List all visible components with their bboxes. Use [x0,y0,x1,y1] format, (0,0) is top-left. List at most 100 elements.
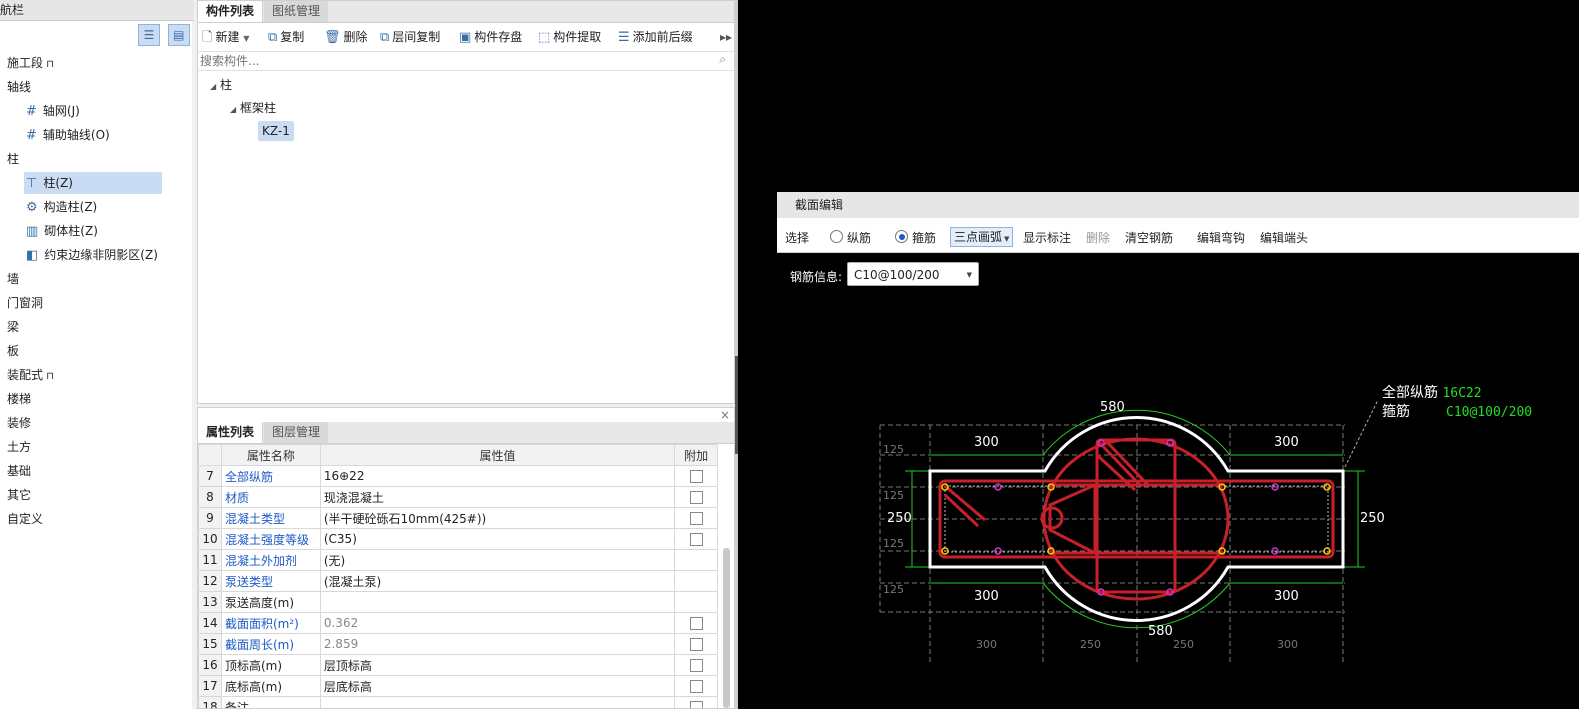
nav-item[interactable]: ⚙ 构造柱(Z) [24,196,97,218]
tree-child[interactable]: ◢ 框架柱 [230,99,276,116]
checkbox[interactable] [689,512,703,525]
checkbox[interactable] [689,491,703,504]
nav-item[interactable]: 施工段 ⊓ [7,52,54,74]
property-name: 全部纵筋 [220,465,321,487]
close-icon[interactable]: × [720,408,730,422]
section-editor-title: 截面编辑 [795,198,844,212]
property-value[interactable]: (无) [319,549,676,571]
checkbox[interactable] [689,533,703,546]
property-value[interactable]: (混凝土泵) [319,570,676,592]
detail-view-icon[interactable]: ▤ [167,24,190,46]
property-row[interactable]: 16 顶标高(m) 层顶标高 [198,654,718,676]
checkbox[interactable] [689,470,703,483]
nav-item[interactable]: 基础 [7,460,31,482]
tab-drawing-manage[interactable]: 图纸管理 [264,1,329,22]
nav-item[interactable]: 轴线 [7,76,31,98]
property-row[interactable]: 13 泵送高度(m) [198,591,718,613]
property-row[interactable]: 7 全部纵筋 16⊕22 [198,465,718,487]
checkbox[interactable] [689,617,703,630]
radio-icon [830,230,843,243]
property-value[interactable]: 现浇混凝土 [319,486,676,508]
property-value[interactable]: 2.859 [319,633,676,655]
search-input[interactable] [198,52,702,70]
rebar-info-select[interactable]: C10@100/200 ▼ [847,262,979,286]
property-value[interactable]: 16⊕22 [319,465,676,487]
property-row[interactable]: 12 泵送类型 (混凝土泵) [198,570,718,592]
dim-left-top: 300 [974,435,999,450]
show-dimension-button[interactable]: 显示标注 [1023,228,1071,248]
checkbox[interactable] [689,701,703,708]
stirrup-radio[interactable]: 箍筋 [895,228,936,248]
tab-component-list[interactable]: 构件列表 [198,1,264,22]
tab-property-list[interactable]: 属性列表 [198,422,264,443]
tab-layer-manage[interactable]: 图层管理 [264,422,329,443]
copy-button[interactable]: ⧉ 复制 [268,27,304,47]
nav-item[interactable]: 柱 [7,148,19,170]
property-row[interactable]: 18 备注 [198,696,718,708]
nav-item[interactable]: 自定义 [7,508,43,530]
nav-item[interactable]: 装配式 ⊓ [7,364,54,386]
property-extra-header: 附加 [674,444,718,466]
tree-root[interactable]: ◢ 柱 [210,76,232,93]
trash-icon: 🗑 [324,30,341,45]
new-button[interactable]: 🗋 新建 ▼ [202,27,249,47]
floor-copy-button[interactable]: ⧉ 层间复制 [380,27,440,47]
property-value[interactable]: 层底标高 [319,675,676,697]
delete-rebar-button[interactable]: 删除 [1086,228,1110,248]
nav-item[interactable]: 梁 [7,316,19,338]
toolbar-more-icon[interactable]: ▸▸ [720,27,732,47]
delete-button[interactable]: 🗑 删除 [324,27,368,47]
property-value[interactable]: 层顶标高 [319,654,676,676]
property-value[interactable] [319,591,676,613]
nav-item[interactable]: 其它 [7,484,31,506]
property-row[interactable]: 8 材质 现浇混凝土 [198,486,718,508]
nav-item[interactable]: # 辅助轴线(O) [24,124,110,146]
property-row[interactable]: 14 截面面积(m²) 0.362 [198,612,718,634]
property-extra [674,696,718,708]
nav-item[interactable]: 楼梯 [7,388,31,410]
nav-item[interactable]: ◧ 约束边缘非阴影区(Z) [24,244,158,266]
nav-item[interactable]: 门窗洞 [7,292,43,314]
edge-zone-icon: ◧ [26,248,39,263]
draw-mode-select[interactable]: 三点画弧 ▼ [950,227,1014,247]
property-row[interactable]: 11 混凝土外加剂 (无) [198,549,718,571]
nav-item-label: 轴线 [7,80,32,94]
property-extra [674,612,718,634]
select-button[interactable]: 选择 [785,228,809,248]
nav-item[interactable]: 土方 [7,436,31,458]
nav-item[interactable]: 板 [7,340,19,362]
add-prefix-button[interactable]: ☰ 添加前后缀 [618,27,693,47]
nav-item[interactable]: # 轴网(J) [24,100,80,122]
nav-item-label: 梁 [7,320,20,334]
extract-component-button[interactable]: ⬚ 构件提取 [538,27,601,47]
property-value[interactable] [319,696,676,708]
property-index: 17 [198,675,222,697]
property-row[interactable]: 10 混凝土强度等级 (C35) [198,528,718,550]
search-icon[interactable]: ⌕ [719,52,726,67]
stirrup-label: 箍筋 [912,231,937,245]
clear-rebar-button[interactable]: 清空钢筋 [1125,228,1173,248]
edit-end-button[interactable]: 编辑端头 [1260,228,1308,248]
property-row[interactable]: 9 混凝土类型 (半干硬砼砾石10mm(425#)) [198,507,718,529]
list-view-icon[interactable]: ☰ [138,24,160,46]
checkbox[interactable] [689,680,703,693]
property-value[interactable]: (C35) [319,528,676,550]
scrollbar[interactable] [723,548,730,708]
longitudinal-radio[interactable]: 纵筋 [830,228,871,248]
property-value[interactable]: 0.362 [319,612,676,634]
edit-hook-button[interactable]: 编辑弯钩 [1197,228,1245,248]
chevron-down-icon: ▼ [243,34,250,43]
nav-item-label: 楼梯 [7,392,32,406]
nav-item[interactable]: ⊤ 柱(Z) [24,172,162,194]
save-component-button[interactable]: ▣ 构件存盘 [459,27,522,47]
checkbox[interactable] [689,659,703,672]
nav-item[interactable]: ▥ 砌体柱(Z) [24,220,98,242]
nav-item[interactable]: 墙 [7,268,19,290]
property-row[interactable]: 15 截面周长(m) 2.859 [198,633,718,655]
property-name: 备注 [220,696,321,708]
property-value[interactable]: (半干硬砼砾石10mm(425#)) [319,507,676,529]
property-row[interactable]: 17 底标高(m) 层底标高 [198,675,718,697]
nav-item[interactable]: 装修 [7,412,31,434]
tree-leaf-kz1[interactable]: KZ-1 [258,121,294,141]
checkbox[interactable] [689,638,703,651]
